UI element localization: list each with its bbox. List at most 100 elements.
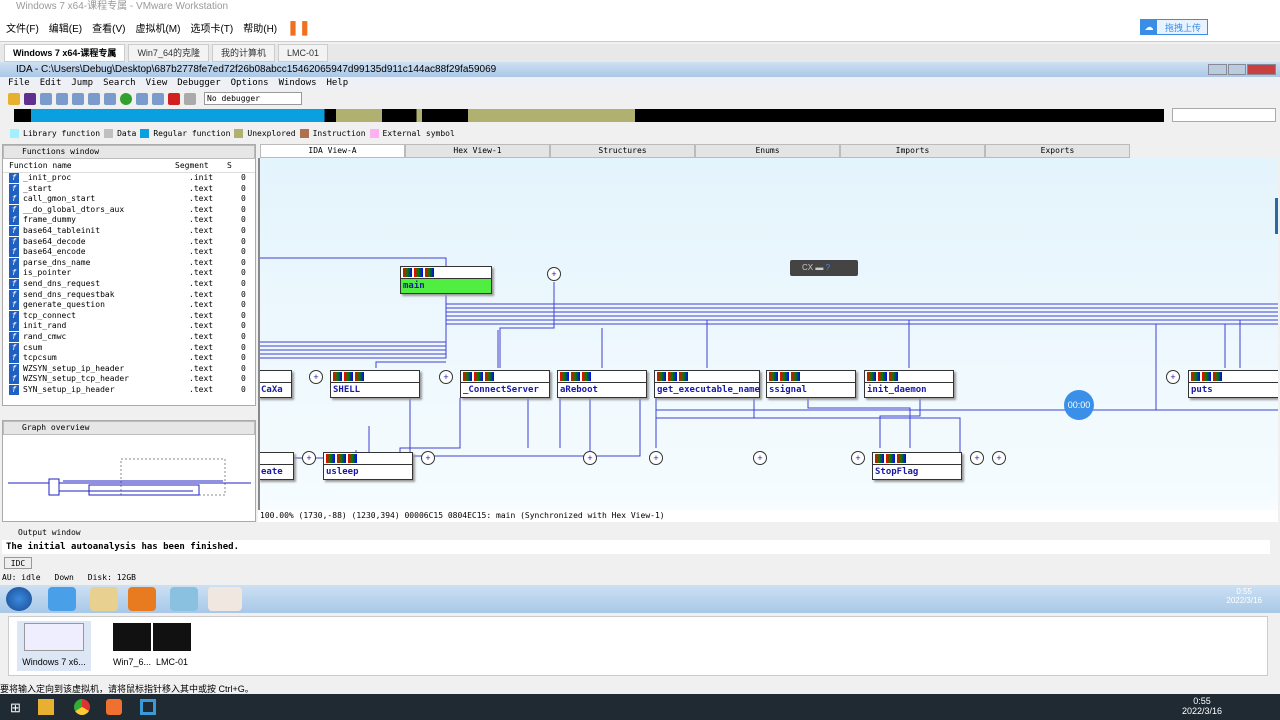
menu-vm[interactable]: 虚拟机(M)	[135, 20, 180, 35]
function-row[interactable]: f tcp_connect .text 0	[3, 310, 255, 322]
expand-node-icon[interactable]: +	[851, 451, 865, 465]
expand-node-icon[interactable]: +	[302, 451, 316, 465]
menu-view[interactable]: View	[146, 77, 168, 90]
graph-node-init-daemon[interactable]: init_daemon	[864, 370, 954, 398]
graph-node-connectserver[interactable]: _ConnectServer	[460, 370, 550, 398]
graph-node-create[interactable]: eate	[260, 452, 294, 480]
explorer-icon[interactable]	[90, 587, 118, 611]
powerpoint-icon[interactable]	[106, 699, 122, 715]
function-row[interactable]: f frame_dummy .text 0	[3, 215, 255, 226]
vm-thumbnail[interactable]: LMC-01	[139, 621, 205, 671]
tab-enums[interactable]: Enums	[695, 144, 840, 158]
toolbar-icon[interactable]	[152, 92, 164, 105]
scrollbar[interactable]	[1275, 198, 1278, 234]
expand-node-icon[interactable]: +	[439, 370, 453, 384]
tab-imports[interactable]: Imports	[840, 144, 985, 158]
ida-taskbar-icon[interactable]	[208, 587, 242, 611]
notepad-icon[interactable]	[170, 587, 198, 611]
function-row[interactable]: f call_gmon_start .text 0	[3, 194, 255, 205]
file-explorer-icon[interactable]	[38, 699, 54, 715]
function-row[interactable]: f _init_proc .init 0	[3, 173, 255, 184]
function-row[interactable]: f base64_encode .text 0	[3, 247, 255, 258]
graph-node-get-executable-name[interactable]: get_executable_name	[654, 370, 760, 398]
timer-badge[interactable]: 00:00	[1064, 390, 1094, 420]
vm-tab[interactable]: Win7_64的克隆	[128, 44, 209, 62]
expand-node-icon[interactable]: +	[970, 451, 984, 465]
function-row[interactable]: f _start .text 0	[3, 183, 255, 195]
run-icon[interactable]	[120, 92, 132, 105]
graph-node-caxa[interactable]: CaXa	[260, 370, 292, 398]
graph-node-areboot[interactable]: aReboot	[557, 370, 647, 398]
windows-start-icon[interactable]: ⊞	[10, 700, 21, 716]
save-icon[interactable]	[24, 92, 36, 105]
vm-tab[interactable]: LMC-01	[277, 44, 328, 62]
graph-node-main[interactable]: main	[400, 266, 492, 294]
menu-file[interactable]: File	[8, 77, 30, 90]
graph-node-stopflag[interactable]: StopFlag	[872, 452, 962, 480]
function-row[interactable]: f is_pointer .text 0	[3, 268, 255, 279]
navigation-band[interactable]	[14, 109, 1164, 122]
function-row[interactable]: f rand_cmwc .text 0	[3, 331, 255, 343]
stop-icon[interactable]	[168, 92, 180, 105]
pause-icon[interactable]: ❚❚	[287, 19, 310, 36]
ie-icon[interactable]	[48, 587, 76, 611]
vm-tab[interactable]: Windows 7 x64-课程专属	[4, 44, 126, 62]
function-row[interactable]: f SYN_setup_ip_header .text 0	[3, 384, 255, 396]
debugger-select[interactable]: No debugger	[204, 92, 302, 105]
graph-node-ssignal[interactable]: ssignal	[766, 370, 856, 398]
idc-button[interactable]: IDC	[4, 557, 32, 569]
graph-node-usleep[interactable]: usleep	[323, 452, 413, 480]
tab-exports[interactable]: Exports	[985, 144, 1130, 158]
column-segment[interactable]: Segment	[175, 159, 227, 172]
menu-search[interactable]: Search	[103, 77, 136, 90]
play-icon[interactable]	[184, 92, 196, 105]
menu-edit[interactable]: Edit	[40, 77, 62, 90]
restore-button[interactable]	[1227, 64, 1247, 75]
expand-node-icon[interactable]: +	[547, 267, 561, 281]
menu-help[interactable]: 帮助(H)	[243, 20, 277, 35]
toolbar-icon[interactable]	[136, 92, 148, 105]
menu-windows[interactable]: Windows	[279, 77, 317, 90]
floating-toolbar[interactable]: CX ▬ ?	[790, 260, 858, 276]
graph-overview-minimap[interactable]	[3, 435, 255, 521]
minimize-button[interactable]	[1208, 64, 1227, 75]
column-start[interactable]: S	[227, 159, 232, 172]
tab-structures[interactable]: Structures	[550, 144, 695, 158]
host-clock[interactable]: 0:55 2022/3/16	[1182, 696, 1222, 716]
function-row[interactable]: f WZSYN_setup_tcp_header .text 0	[3, 374, 255, 385]
expand-node-icon[interactable]: +	[649, 451, 663, 465]
function-row[interactable]: f __do_global_dtors_aux .text 0	[3, 204, 255, 216]
function-row[interactable]: f tcpcsum .text 0	[3, 353, 255, 364]
expand-node-icon[interactable]: +	[309, 370, 323, 384]
toolbar-icon[interactable]	[72, 92, 84, 105]
menu-tabs[interactable]: 选项卡(T)	[190, 20, 233, 35]
menu-help[interactable]: Help	[327, 77, 349, 90]
graph-node-shell[interactable]: SHELL	[330, 370, 420, 398]
start-button-icon[interactable]	[6, 587, 32, 611]
expand-node-icon[interactable]: +	[1166, 370, 1180, 384]
menu-debugger[interactable]: Debugger	[177, 77, 220, 90]
vmware-icon[interactable]	[140, 699, 156, 715]
menu-jump[interactable]: Jump	[71, 77, 93, 90]
function-row[interactable]: f send_dns_requestbak .text 0	[3, 289, 255, 301]
close-button[interactable]	[1247, 64, 1277, 75]
expand-node-icon[interactable]: +	[992, 451, 1006, 465]
navigation-dropdown[interactable]	[1172, 108, 1276, 122]
function-row[interactable]: f parse_dns_name .text 0	[3, 257, 255, 269]
guest-clock[interactable]: 0:55 2022/3/16	[1226, 587, 1262, 605]
function-row[interactable]: f WZSYN_setup_ip_header .text 0	[3, 363, 255, 375]
function-row[interactable]: f generate_question .text 0	[3, 300, 255, 311]
media-player-icon[interactable]	[128, 587, 156, 611]
vm-thumbnail[interactable]: Windows 7 x6...	[17, 621, 91, 671]
back-icon[interactable]	[40, 92, 52, 105]
function-row[interactable]: f base64_tableinit .text 0	[3, 225, 255, 237]
upload-button[interactable]: ☁ 拖拽上传	[1140, 19, 1208, 35]
column-function-name[interactable]: Function name	[9, 159, 175, 172]
function-row[interactable]: f base64_decode .text 0	[3, 236, 255, 248]
tab-hex-view[interactable]: Hex View-1	[405, 144, 550, 158]
function-row[interactable]: f init_rand .text 0	[3, 321, 255, 332]
expand-node-icon[interactable]: +	[583, 451, 597, 465]
vm-tab[interactable]: 我的计算机	[211, 44, 275, 62]
menu-file[interactable]: 文件(F)	[6, 20, 39, 35]
toolbar-icon[interactable]	[104, 92, 116, 105]
